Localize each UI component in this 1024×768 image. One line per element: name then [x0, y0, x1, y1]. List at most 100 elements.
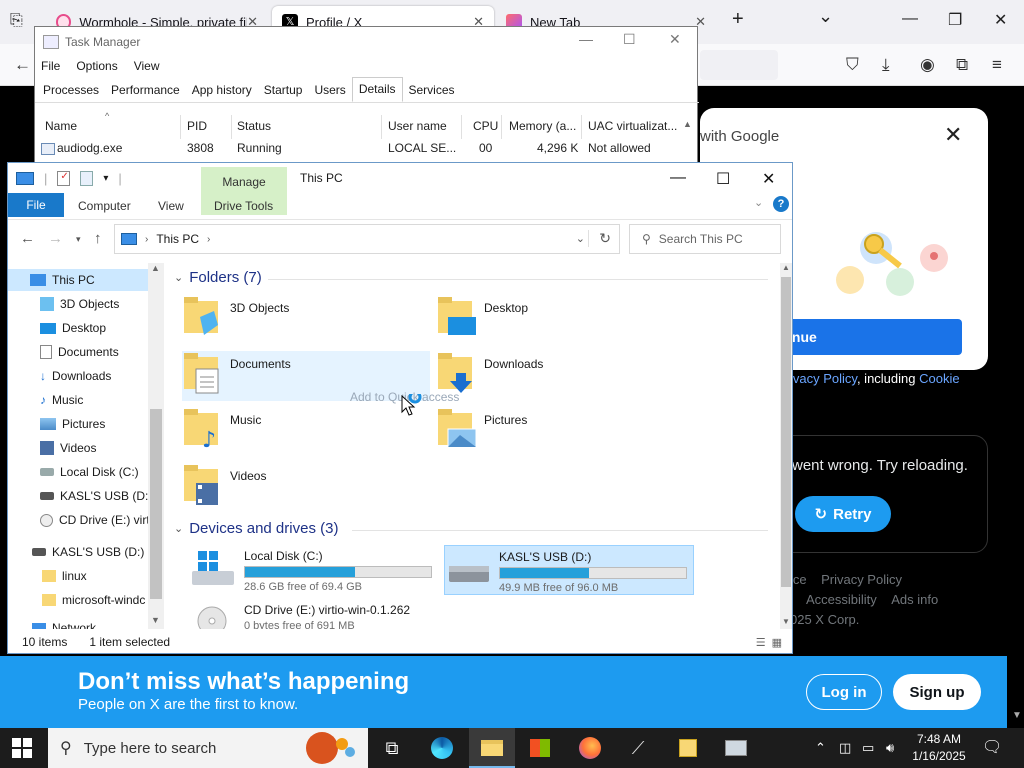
- tab-performance[interactable]: Performance: [105, 79, 186, 102]
- column-divider[interactable]: [581, 115, 582, 139]
- nav-pictures[interactable]: Pictures: [40, 413, 105, 435]
- tab-view[interactable]: View: [158, 199, 184, 213]
- nav-videos[interactable]: Videos: [40, 437, 96, 459]
- signup-button[interactable]: Sign up: [893, 674, 981, 710]
- list-all-tabs-icon[interactable]: ⌄: [818, 6, 833, 27]
- microsoft-store-icon[interactable]: [526, 736, 554, 760]
- customize-toolbar-icon[interactable]: ▾: [103, 173, 108, 184]
- nav-usb-root[interactable]: KASL'S USB (D:): [32, 541, 144, 563]
- tab-file[interactable]: File: [8, 193, 64, 217]
- column-header[interactable]: User name: [388, 119, 447, 133]
- tab-app-history[interactable]: App history: [186, 79, 258, 102]
- close-window-icon[interactable]: ✕: [994, 10, 1007, 30]
- scroll-up-icon[interactable]: ▲: [151, 263, 160, 273]
- nav-local-disk[interactable]: Local Disk (C:): [40, 461, 139, 483]
- tab-processes[interactable]: Processes: [37, 79, 105, 102]
- retry-button[interactable]: ↻ Retry: [795, 496, 891, 532]
- extensions-icon[interactable]: ⧉: [956, 55, 968, 75]
- column-header[interactable]: UAC virtualizat...: [588, 119, 677, 133]
- new-tab-button[interactable]: +: [732, 8, 744, 31]
- cookie-link[interactable]: Cookie: [919, 371, 959, 386]
- privacy-link[interactable]: ivacy Policy: [790, 371, 857, 386]
- close-icon[interactable]: ✕: [944, 122, 962, 148]
- login-button[interactable]: Log in: [806, 674, 882, 710]
- breadcrumb-this-pc[interactable]: This PC: [156, 232, 199, 246]
- folder-videos[interactable]: Videos: [182, 463, 430, 513]
- address-bar[interactable]: › This PC › ⌄ ↻: [114, 224, 620, 254]
- column-divider[interactable]: [381, 115, 382, 139]
- column-divider[interactable]: [231, 115, 232, 139]
- new-folder-icon[interactable]: [80, 171, 94, 186]
- meet-now-icon[interactable]: ◫: [839, 740, 851, 756]
- scroll-down-icon[interactable]: ▼: [782, 617, 790, 626]
- maximize-icon[interactable]: ☐: [623, 31, 636, 48]
- scroll-up-icon[interactable]: ▲: [782, 263, 790, 272]
- account-icon[interactable]: ◉: [920, 55, 935, 75]
- details-view-icon[interactable]: ☰: [756, 636, 766, 649]
- usb-tool-icon[interactable]: ⟋: [624, 736, 652, 760]
- task-view-icon[interactable]: ⧉: [378, 736, 406, 760]
- folder-downloads[interactable]: Downloads: [436, 351, 684, 401]
- maximize-icon[interactable]: ☐: [716, 169, 730, 189]
- clock[interactable]: 7:48 AM 1/16/2025: [906, 731, 972, 765]
- nav-linux[interactable]: linux: [42, 565, 87, 587]
- nav-documents[interactable]: Documents: [40, 341, 119, 363]
- nav-usb[interactable]: KASL'S USB (D:): [40, 485, 152, 507]
- menu-options[interactable]: Options: [76, 59, 117, 73]
- forward-icon[interactable]: →: [48, 230, 63, 247]
- nav-downloads[interactable]: ↓ Downloads: [40, 365, 111, 387]
- address-history-icon[interactable]: ⌄: [576, 232, 585, 245]
- page-scrollbar[interactable]: ▼: [1007, 86, 1024, 732]
- nav-desktop[interactable]: Desktop: [40, 317, 106, 339]
- folder-desktop[interactable]: Desktop: [436, 295, 684, 345]
- nav-network[interactable]: Network: [32, 617, 96, 629]
- firefox-icon[interactable]: [576, 736, 604, 760]
- close-icon[interactable]: ✕: [669, 31, 681, 48]
- nav-scrollbar[interactable]: ▲ ▼: [148, 263, 164, 629]
- close-icon[interactable]: ✕: [762, 169, 775, 189]
- restore-icon[interactable]: ❐: [948, 10, 962, 30]
- url-bar[interactable]: [700, 50, 778, 80]
- tab-details[interactable]: Details: [351, 77, 403, 102]
- footer-link[interactable]: Ads info: [891, 592, 938, 607]
- task-manager-window[interactable]: Task Manager — ☐ ✕ File Options View Pro…: [34, 26, 699, 166]
- large-icons-view-icon[interactable]: ▦: [772, 636, 782, 649]
- folder-music[interactable]: ♪ Music: [182, 407, 430, 457]
- refresh-icon[interactable]: ↻: [588, 230, 611, 247]
- drive-cd[interactable]: CD Drive (E:) virtio-win-0.1.262 0 bytes…: [190, 599, 490, 629]
- help-icon[interactable]: ?: [773, 196, 789, 212]
- column-divider[interactable]: [461, 115, 462, 139]
- edge-icon[interactable]: [428, 736, 456, 760]
- nav-music[interactable]: ♪ Music: [40, 389, 83, 411]
- tab-users[interactable]: Users: [308, 79, 351, 102]
- column-header[interactable]: Name: [45, 119, 77, 133]
- downloads-icon[interactable]: ⤓: [882, 55, 890, 75]
- content-scrollbar[interactable]: ▲ ▼: [780, 263, 792, 629]
- column-header[interactable]: PID: [187, 119, 207, 133]
- nav-this-pc[interactable]: This PC: [8, 269, 148, 291]
- column-header[interactable]: Memory (a...: [509, 119, 576, 133]
- network-tray-icon[interactable]: ▭: [862, 740, 874, 756]
- drive-local-disk[interactable]: Local Disk (C:) 28.6 GB free of 69.4 GB: [190, 545, 440, 595]
- folder-pictures[interactable]: Pictures: [436, 407, 684, 457]
- nav-3d-objects[interactable]: 3D Objects: [40, 293, 119, 315]
- minimize-icon[interactable]: —: [902, 10, 918, 28]
- nav-cd-drive[interactable]: CD Drive (E:) virt: [40, 509, 150, 531]
- column-header[interactable]: Status: [237, 119, 271, 133]
- tab-startup[interactable]: Startup: [258, 79, 309, 102]
- nav-microsoft-windows[interactable]: microsoft-windc: [42, 589, 145, 611]
- recent-locations-icon[interactable]: ▾: [76, 234, 81, 245]
- tab-computer[interactable]: Computer: [78, 199, 131, 213]
- scroll-down-icon[interactable]: ▼: [151, 615, 160, 625]
- menu-view[interactable]: View: [134, 59, 160, 73]
- tab-groups-icon[interactable]: ⎘: [10, 12, 23, 30]
- column-header[interactable]: CPU: [473, 119, 498, 133]
- folders-group-header[interactable]: ⌄ Folders (7): [174, 269, 262, 286]
- menu-file[interactable]: File: [41, 59, 60, 73]
- footer-link[interactable]: Privacy Policy: [821, 572, 902, 587]
- scroll-thumb[interactable]: [781, 277, 791, 587]
- back-icon[interactable]: ←: [20, 230, 35, 247]
- minimize-icon[interactable]: —: [670, 169, 686, 187]
- windows-start-icon[interactable]: [12, 738, 32, 758]
- back-icon[interactable]: ←: [14, 55, 31, 75]
